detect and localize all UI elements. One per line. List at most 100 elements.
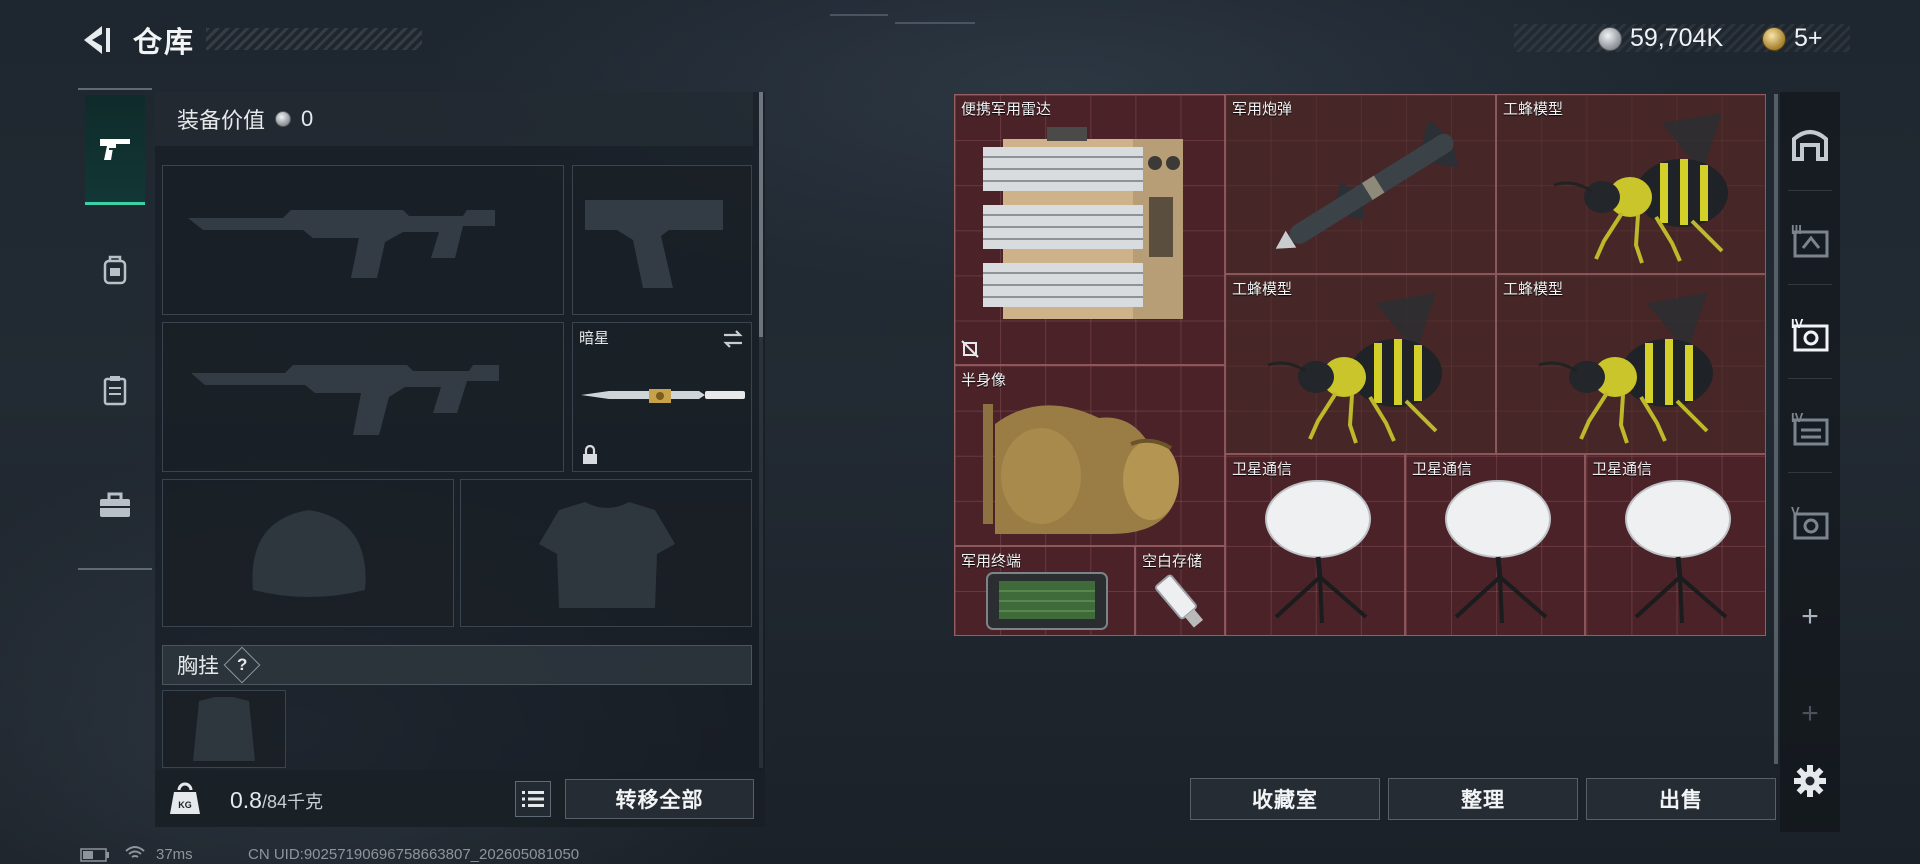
gold-coin-icon: [1762, 26, 1786, 51]
page-title: 仓库: [133, 27, 196, 59]
weight-current: 0.8: [230, 787, 262, 813]
storage-item-bee-model[interactable]: 工蜂模型: [1496, 274, 1766, 454]
silver-amount: 59,704K: [1630, 24, 1724, 52]
weight-icon: KG: [170, 782, 200, 814]
lock-icon: [583, 445, 597, 464]
item-name: 卫星通信: [1412, 461, 1473, 478]
toolbox-icon: [100, 492, 130, 517]
tab-toolbox[interactable]: [85, 450, 145, 560]
gear-icon: [1794, 765, 1826, 797]
tab-storage-IV-active[interactable]: IV: [1780, 288, 1840, 378]
help-button[interactable]: ?: [223, 646, 261, 684]
tab-separator: [1788, 472, 1832, 473]
storage-item-missile[interactable]: 军用炮弹: [1225, 94, 1496, 274]
storage-III-icon: III: [1791, 222, 1829, 258]
gold-amount: 5+: [1794, 24, 1823, 52]
transfer-all-button[interactable]: 转移全部: [565, 779, 754, 819]
terminal-icon: [986, 572, 1108, 630]
bee-icon: [1538, 293, 1713, 444]
silver-currency: 59,704K: [1598, 24, 1723, 53]
sidearm-slot[interactable]: [572, 165, 752, 315]
helmet-slot[interactable]: [162, 479, 454, 627]
swap-icon[interactable]: [721, 329, 745, 349]
svg-text:IV: IV: [1791, 316, 1804, 331]
list-view-button[interactable]: [515, 781, 551, 817]
satellite-dish-icon: [1265, 480, 1371, 624]
bee-icon: [1553, 113, 1728, 264]
item-name: 卫星通信: [1592, 461, 1653, 478]
storage-item-military-terminal[interactable]: 军用终端: [954, 546, 1135, 636]
tab-vest[interactable]: [85, 335, 145, 445]
storage-item-radar[interactable]: 便携军用雷达: [954, 94, 1225, 365]
tab-storage-III[interactable]: III: [1780, 194, 1840, 284]
tab-weapons[interactable]: [85, 95, 145, 205]
satellite-dish-icon: [1445, 480, 1551, 624]
tab-storage-V[interactable]: V: [1780, 476, 1840, 566]
help-icon: ?: [236, 654, 248, 674]
storage-item-bee-model[interactable]: 工蜂模型: [1225, 274, 1496, 454]
sell-button[interactable]: 出售: [1586, 778, 1776, 820]
melee-slot[interactable]: 暗星: [572, 322, 752, 472]
item-name: 便携军用雷达: [961, 101, 1052, 118]
item-name: 卫星通信: [1232, 461, 1293, 478]
organize-button[interactable]: 整理: [1388, 778, 1578, 820]
secondary-weapon-slot[interactable]: [162, 322, 564, 472]
storage-item-blank-storage[interactable]: 空白存储: [1135, 546, 1225, 636]
equipment-value-label: 装备价值: [177, 108, 266, 133]
item-name: 空白存储: [1142, 553, 1203, 570]
tab-separator: [1788, 190, 1832, 191]
title-decoration: [206, 28, 422, 50]
svg-text:IV: IV: [1791, 410, 1804, 425]
pistol-silhouette-icon: [585, 200, 723, 288]
usb-drive-icon: [1155, 574, 1204, 628]
warehouse-icon: [1792, 130, 1828, 161]
weight-icon-label: KG: [178, 800, 192, 810]
rifle-silhouette-icon: [188, 210, 495, 278]
backpack-icon: [103, 255, 127, 285]
carry-weight: 0.8/84千克: [230, 787, 323, 814]
gold-currency[interactable]: 5+: [1762, 24, 1823, 53]
tab-warehouse[interactable]: [1780, 98, 1840, 188]
equipment-value: 0: [301, 106, 314, 131]
equipment-scroll-thumb[interactable]: [759, 92, 763, 337]
chest-rig-label: 胸挂: [177, 655, 219, 678]
vest-icon: [103, 376, 127, 406]
settings-button[interactable]: [1780, 738, 1840, 824]
rifle-silhouette-icon: [191, 365, 499, 435]
equipment-value-header: 装备价值 0: [155, 92, 753, 146]
storage-V-icon: V: [1791, 504, 1829, 540]
no-transfer-icon: [961, 340, 979, 358]
missile-icon: [1275, 120, 1459, 249]
tab-separator: [1788, 378, 1832, 379]
storage-item-bee-model[interactable]: 工蜂模型: [1496, 94, 1766, 274]
tab-separator: [1788, 284, 1832, 285]
tab-backpack[interactable]: [85, 215, 145, 325]
battery-icon: [80, 848, 109, 862]
radar-icon: [983, 127, 1183, 319]
storage-item-satellite-comms[interactable]: 卫星通信: [1405, 454, 1585, 636]
collection-room-button[interactable]: 收藏室: [1190, 778, 1380, 820]
light-streak: [895, 22, 975, 24]
add-storage-button-disabled: +: [1801, 697, 1819, 730]
storage-item-bust[interactable]: 半身像: [954, 365, 1225, 546]
chest-rig-header: 胸挂 ?: [162, 645, 752, 685]
pistol-icon: [100, 138, 130, 160]
armor-slot[interactable]: [460, 479, 752, 627]
armor-silhouette-icon: [539, 502, 675, 608]
melee-item-name: 暗星: [579, 330, 610, 347]
weight-max: /84千克: [261, 792, 324, 812]
wifi-icon: [125, 846, 145, 858]
add-storage-button[interactable]: +: [1795, 600, 1825, 634]
chest-rig-slot[interactable]: [162, 690, 286, 768]
back-button[interactable]: [78, 22, 114, 58]
storage-scrollbar[interactable]: [1774, 94, 1778, 764]
storage-item-satellite-comms[interactable]: 卫星通信: [1585, 454, 1766, 636]
player-uid: CN UID:9025719069675866380​7_20260508105…: [248, 846, 580, 863]
storage-item-satellite-comms[interactable]: 卫星通信: [1225, 454, 1405, 636]
primary-weapon-slot[interactable]: [162, 165, 564, 315]
bust-icon: [983, 404, 1179, 534]
ping-value: 37ms: [156, 846, 193, 863]
helmet-silhouette-icon: [252, 510, 366, 597]
knife-item-icon: [581, 389, 745, 403]
tab-storage-IV-b[interactable]: IV: [1780, 382, 1840, 472]
